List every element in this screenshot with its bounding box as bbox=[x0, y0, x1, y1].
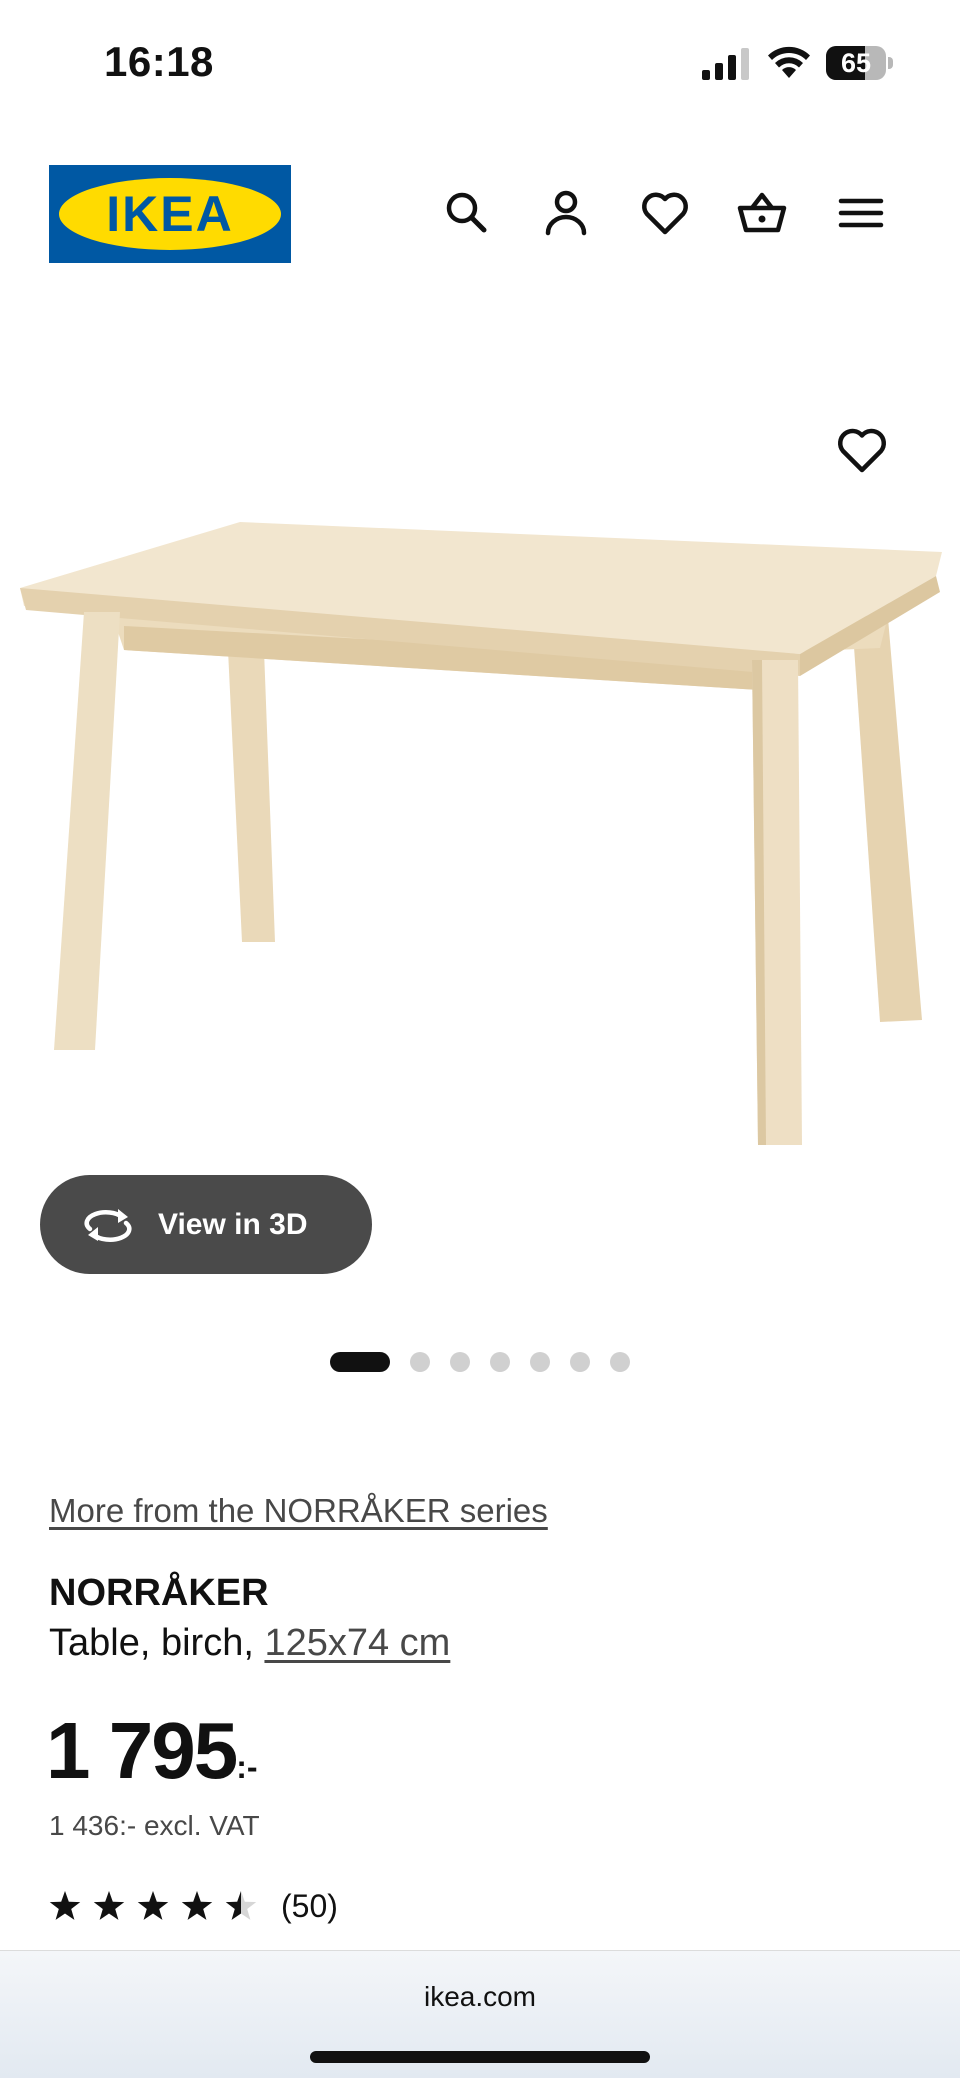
series-link[interactable]: More from the NORRÅKER series bbox=[49, 1492, 548, 1530]
home-indicator bbox=[310, 2051, 650, 2063]
product-price: 1 795:- bbox=[46, 1706, 258, 1812]
rating-count: (50) bbox=[281, 1888, 338, 1924]
carousel-dot[interactable] bbox=[530, 1352, 550, 1372]
product-name: NORRÅKER bbox=[49, 1572, 269, 1614]
price-suffix: :- bbox=[236, 1749, 258, 1785]
favorites-icon[interactable] bbox=[640, 188, 690, 238]
site-header: IKEA bbox=[0, 160, 960, 270]
carousel-dot[interactable] bbox=[450, 1352, 470, 1372]
battery-icon: 65 bbox=[826, 46, 894, 80]
logo-oval: IKEA bbox=[59, 178, 281, 250]
browser-url[interactable]: ikea.com bbox=[0, 1981, 960, 2013]
carousel-dot[interactable] bbox=[490, 1352, 510, 1372]
status-bar: 16:18 65 bbox=[0, 0, 960, 120]
carousel-dot[interactable] bbox=[330, 1352, 390, 1372]
carousel-dot[interactable] bbox=[610, 1352, 630, 1372]
view-in-3d-label: View in 3D bbox=[158, 1208, 308, 1241]
menu-icon[interactable] bbox=[836, 188, 886, 238]
wifi-icon bbox=[768, 46, 810, 78]
carousel-dot[interactable] bbox=[570, 1352, 590, 1372]
add-to-favorites-button[interactable] bbox=[836, 424, 888, 476]
view-in-3d-button[interactable]: View in 3D bbox=[40, 1175, 372, 1274]
rating-stars bbox=[49, 1891, 257, 1920]
star-icon bbox=[181, 1891, 213, 1920]
star-icon bbox=[93, 1891, 125, 1920]
logo-text: IKEA bbox=[106, 186, 234, 242]
product-description-text: Table, birch, bbox=[49, 1622, 265, 1664]
image-carousel-indicator bbox=[0, 1352, 960, 1372]
rotate-3d-icon bbox=[84, 1209, 132, 1242]
price-excl-vat: 1 436:- excl. VAT bbox=[49, 1810, 260, 1841]
account-icon[interactable] bbox=[541, 188, 591, 238]
product-description: Table, birch, 125x74 cm bbox=[49, 1622, 450, 1665]
size-link[interactable]: 125x74 cm bbox=[264, 1622, 450, 1664]
status-time: 16:18 bbox=[104, 38, 214, 85]
carousel-dot[interactable] bbox=[410, 1352, 430, 1372]
star-icon bbox=[137, 1891, 169, 1920]
browser-address-bar[interactable]: ikea.com bbox=[0, 1950, 960, 2078]
cellular-signal-icon bbox=[702, 48, 749, 80]
search-icon[interactable] bbox=[442, 188, 492, 238]
battery-level: 65 bbox=[840, 48, 872, 78]
product-image[interactable] bbox=[0, 380, 960, 1180]
star-icon bbox=[49, 1891, 81, 1920]
cart-icon[interactable] bbox=[737, 188, 787, 238]
price-amount: 1 795 bbox=[46, 1706, 238, 1795]
ikea-logo[interactable]: IKEA bbox=[49, 165, 291, 263]
